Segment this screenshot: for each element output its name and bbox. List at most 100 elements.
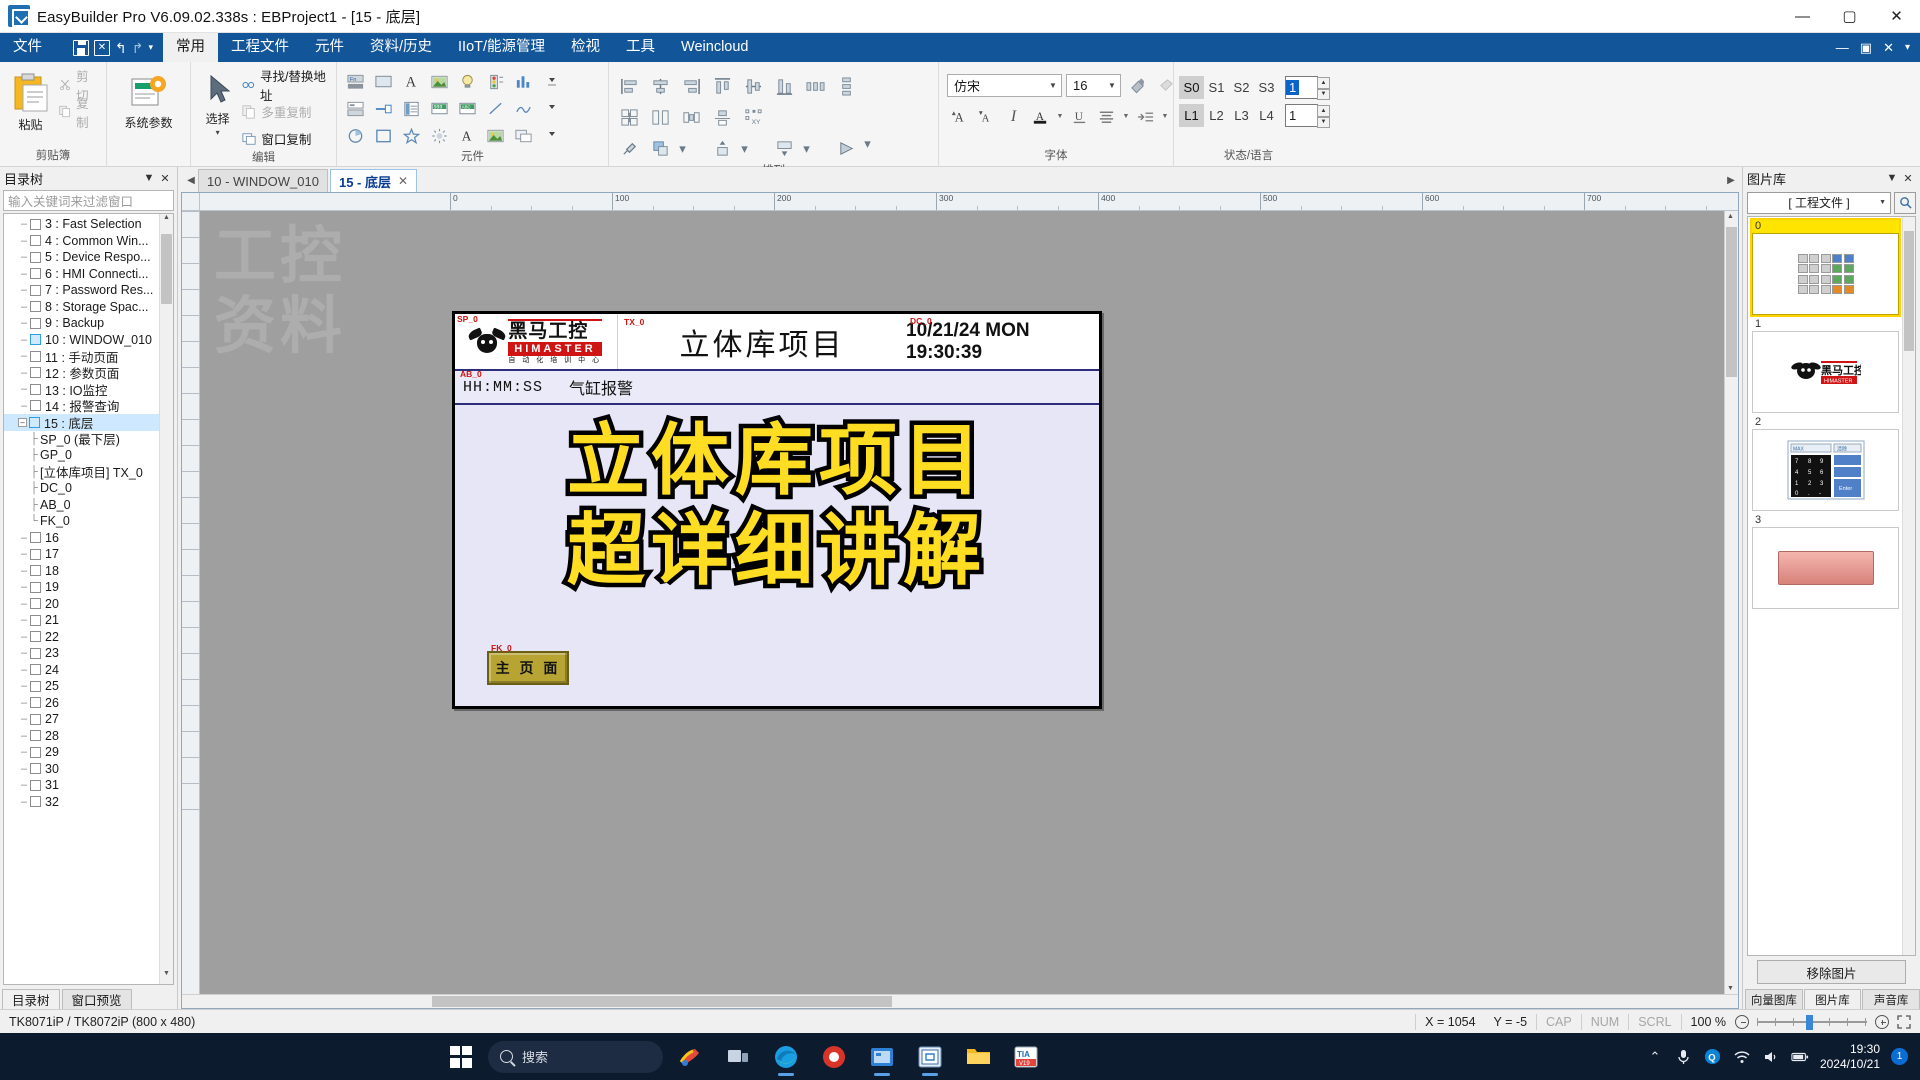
tree-item-checkbox[interactable] — [30, 730, 41, 742]
picture-source-select[interactable]: [ 工程文件 ] ▼ — [1747, 191, 1891, 214]
state-button-s2[interactable]: S2 — [1229, 76, 1254, 99]
tree-item[interactable]: – 17 — [4, 546, 173, 563]
text-color-chevron-down-icon[interactable]: ▼ — [1055, 113, 1065, 120]
battery-icon[interactable] — [1791, 1048, 1809, 1066]
taskbar-app-blue[interactable] — [861, 1037, 903, 1077]
menu-item-common[interactable]: 常用 — [163, 33, 218, 62]
export-icon[interactable]: ✕ — [94, 39, 110, 56]
more-elements-icon[interactable] — [539, 70, 564, 94]
picture-item-2[interactable]: 2 MAX 清除 789 456 1 2 3 0 . - Enter — [1752, 416, 1899, 511]
state-button-s1[interactable]: S1 — [1204, 76, 1229, 99]
tree-item-checkbox[interactable] — [30, 334, 41, 346]
tree-item[interactable]: –14 : 报警查询 — [4, 398, 173, 415]
tree-item[interactable]: –15 : 底层 — [4, 414, 173, 431]
hmi-logo-element[interactable]: SP_0 黑马工控 HIMASTER 自 动 化 培 训 中 心 — [455, 314, 618, 369]
tree-item[interactable]: – 22 — [4, 629, 173, 646]
canvas-vscroll-thumb[interactable] — [1726, 227, 1737, 377]
multi-copy-button[interactable]: 多重复制 — [238, 99, 330, 124]
maximize-button[interactable]: ▢ — [1826, 0, 1873, 33]
tree-filter-input[interactable]: 输入关键词来过滤窗口 — [3, 190, 174, 211]
close-button[interactable]: ✕ — [1873, 0, 1920, 33]
tree-item-checkbox[interactable] — [30, 746, 41, 758]
tree-item-checkbox[interactable] — [30, 614, 41, 626]
distribute-h-icon[interactable] — [801, 72, 830, 101]
tree-item-checkbox[interactable] — [30, 235, 41, 247]
tab-vector-library[interactable]: 向量图库 — [1745, 989, 1803, 1009]
tree-item[interactable]: – 18 — [4, 563, 173, 580]
mdi-close-button[interactable]: ✕ — [1883, 40, 1894, 56]
taskbar-app-taskview[interactable] — [717, 1037, 759, 1077]
editor-tab-window-010[interactable]: 10 - WINDOW_010 — [198, 169, 328, 192]
bring-front-dropdown-icon[interactable]: ▾ — [677, 134, 688, 163]
menu-item-data-history[interactable]: 资料/历史 — [357, 33, 445, 62]
select-button[interactable]: 选择 ▾ — [197, 68, 238, 137]
text-block-icon[interactable]: A — [455, 124, 480, 148]
tree-item[interactable]: – 24 — [4, 662, 173, 679]
tree-item-checkbox[interactable] — [30, 697, 41, 709]
tree-item-checkbox[interactable] — [30, 350, 41, 362]
chevron-up-icon[interactable]: ⌃ — [1646, 1048, 1664, 1066]
tab-sound-library[interactable]: 声音库 — [1862, 989, 1920, 1009]
window-copy-button[interactable]: 窗口复制 — [238, 126, 330, 151]
taskbar-app-recorder[interactable] — [813, 1037, 855, 1077]
align-text-icon[interactable] — [1094, 104, 1119, 129]
notification-badge[interactable]: 1 — [1891, 1048, 1908, 1065]
object-tree[interactable]: – 3 : Fast Selection – 4 : Common Win... – 5 … — [3, 213, 174, 985]
tree-item[interactable]: – 27 — [4, 711, 173, 728]
lang-button-l1[interactable]: L1 — [1179, 104, 1204, 127]
tree-item-checkbox[interactable] — [30, 598, 41, 610]
more-shapes-icon[interactable] — [539, 97, 564, 121]
tab-object-tree[interactable]: 目录树 — [2, 989, 60, 1009]
increase-font-size-icon[interactable]: A — [947, 104, 972, 129]
same-height-icon[interactable] — [646, 103, 675, 132]
canvas-vertical-scrollbar[interactable]: ▲ ▼ — [1724, 211, 1738, 994]
editor-tab-bottom-layer[interactable]: 15 - 底层 ✕ — [329, 169, 418, 192]
tree-item-checkbox[interactable] — [30, 565, 41, 577]
taskbar-app-easybuilder[interactable] — [909, 1037, 951, 1077]
function-key-icon[interactable]: Fn — [343, 70, 368, 94]
taskbar-search-box[interactable]: 搜索 — [488, 1040, 663, 1073]
option-list-icon[interactable] — [399, 97, 424, 121]
polyline-icon[interactable] — [511, 97, 536, 121]
font-size-chevron-down-icon[interactable]: ▼ — [1104, 81, 1120, 90]
pie-chart-icon[interactable] — [343, 124, 368, 148]
indicator-lamp-icon[interactable] — [455, 70, 480, 94]
picture-library-chevron-down-icon[interactable]: ▼ — [1884, 172, 1900, 184]
qq-icon[interactable]: Q — [1704, 1048, 1722, 1066]
align-group-bottom-dropdown-icon[interactable]: ▾ — [801, 134, 812, 163]
state-button-s0[interactable]: S0 — [1179, 76, 1204, 99]
picture-list-scroll-thumb[interactable] — [1904, 231, 1914, 351]
canvas-scroll-down-icon[interactable]: ▼ — [1727, 985, 1734, 992]
menu-item-tools[interactable]: 工具 — [613, 33, 668, 62]
tree-expand-toggle[interactable]: – — [18, 417, 27, 427]
tree-item[interactable]: – 26 — [4, 695, 173, 712]
align-middle-icon[interactable] — [739, 72, 768, 101]
font-family-chevron-down-icon[interactable]: ▼ — [1045, 81, 1061, 90]
tree-item-checkbox[interactable] — [30, 631, 41, 643]
tree-item[interactable]: ├ SP_0 (最下层) — [4, 431, 173, 448]
tree-item-checkbox[interactable] — [30, 383, 41, 395]
tree-item[interactable]: ├ GP_0 — [4, 447, 173, 464]
hmi-screen-preview[interactable]: SP_0 黑马工控 HIMASTER 自 动 化 培 训 中 心 TX_0 立体… — [452, 311, 1102, 709]
grouping-icon[interactable] — [511, 124, 536, 148]
picture-list[interactable]: 0 1 黑马工控 HIMASTER 2 MAX 清除 7 8 9 4 5 6 1… — [1747, 216, 1916, 956]
taskbar-app-explorer[interactable] — [957, 1037, 999, 1077]
text-icon[interactable]: A — [399, 70, 424, 94]
hmi-datetime-element[interactable]: DC_0 10/21/24 MON 19:30:39 — [906, 314, 1099, 369]
tree-item[interactable]: – 16 — [4, 530, 173, 547]
picture-search-button[interactable] — [1894, 191, 1916, 214]
lang-button-l3[interactable]: L3 — [1229, 104, 1254, 127]
align-group-dropdown-icon[interactable]: ▾ — [739, 134, 750, 163]
tree-item[interactable]: – 7 : Password Res... — [4, 282, 173, 299]
tree-item-checkbox[interactable] — [30, 647, 41, 659]
find-replace-address-button[interactable]: 寻找/替换地址 — [238, 70, 330, 103]
tree-item-checkbox[interactable] — [30, 713, 41, 725]
align-top-icon[interactable] — [708, 72, 737, 101]
bit-lamp-icon[interactable] — [371, 70, 396, 94]
pin-icon[interactable] — [615, 134, 644, 163]
menu-item-weincloud[interactable]: Weincloud — [668, 33, 761, 62]
tree-item[interactable]: ├ AB_0 — [4, 497, 173, 514]
decrease-font-size-icon[interactable]: A — [974, 104, 999, 129]
tree-item[interactable]: └ FK_0 — [4, 513, 173, 530]
tree-item-checkbox[interactable] — [30, 301, 41, 313]
